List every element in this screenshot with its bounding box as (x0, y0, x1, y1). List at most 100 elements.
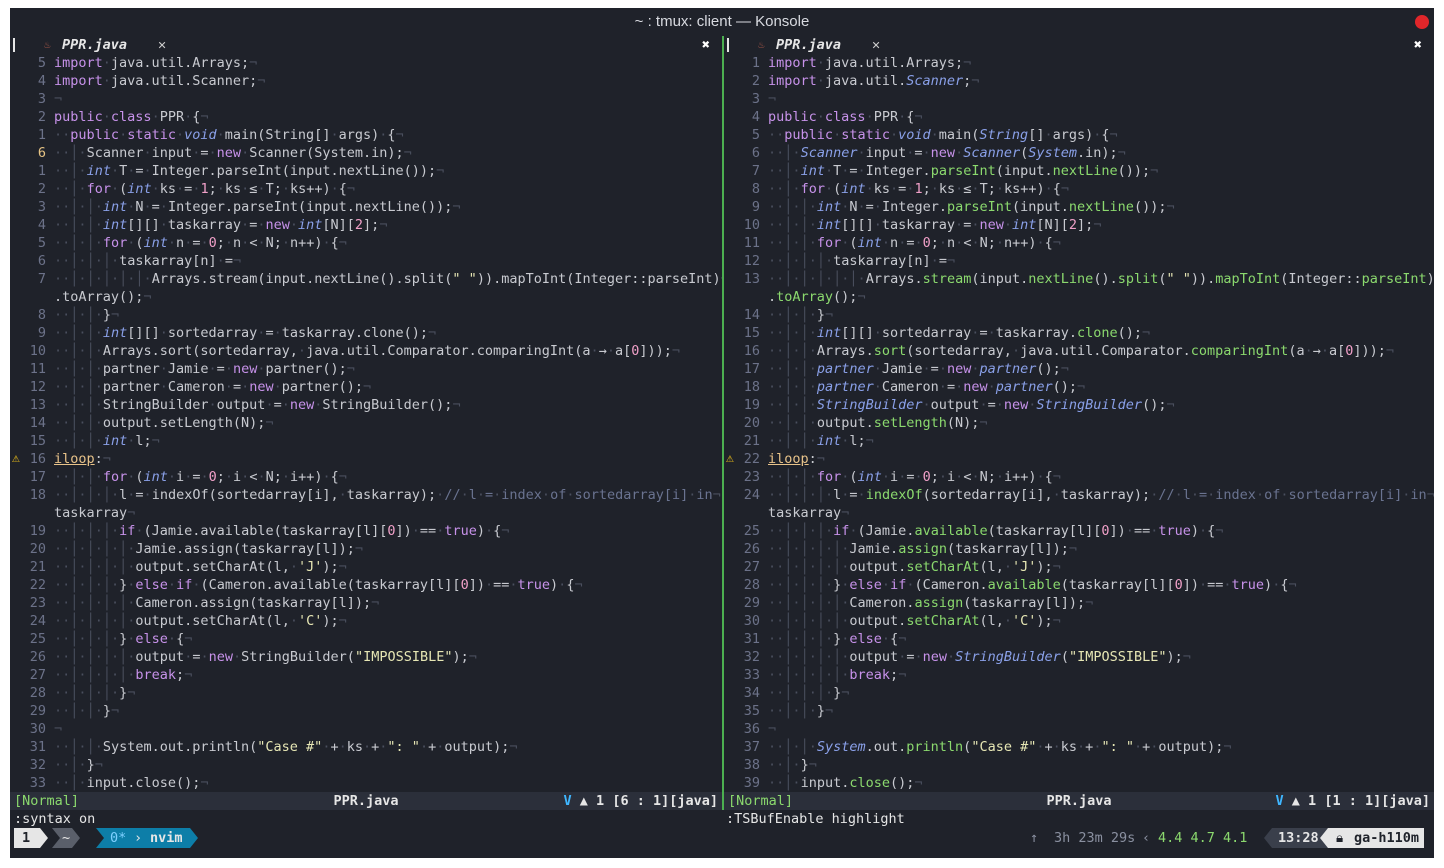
code-line[interactable]: 27 ··│·│·│·│·break;¬ (10, 666, 722, 684)
code-line[interactable]: 21 ··│·│·│·│·output.setCharAt(l,·'J');¬ (10, 558, 722, 576)
code-line[interactable]: 11 ··│·│·for·(int·n·=·0;·n·<·N;·n++)·{¬ (724, 234, 1434, 252)
code-line[interactable]: 38 ··│·}¬ (724, 756, 1434, 774)
code-line[interactable]: 8 ··│·for·(int·ks·=·1;·ks·≤·T;·ks++)·{¬ (724, 180, 1434, 198)
code-line[interactable]: 35 ··│·│·}¬ (724, 702, 1434, 720)
code-line[interactable]: 1 ··│·int·T·=·Integer.parseInt(input.next… (10, 162, 722, 180)
code-line[interactable]: 5 ··public·static·void·main(String[]·args… (724, 126, 1434, 144)
code-line[interactable]: 24 ··│·│·│·│·output.setCharAt(l,·'C');¬ (10, 612, 722, 630)
code-line[interactable]: 2 public·class·PPR·{¬ (10, 108, 722, 126)
code-line[interactable]: 12 ··│·│·partner·Cameron·=·new·partner();… (10, 378, 722, 396)
tmux-home[interactable]: ~ (62, 828, 70, 848)
code-line[interactable]: 8 ··│·│·}¬ (10, 306, 722, 324)
code-line[interactable]: 28 ··│·│·│·}·else·if·(Cameron.available(t… (724, 576, 1434, 594)
code-line[interactable]: 1 import·java.util.Arrays;¬ (724, 54, 1434, 72)
code-line[interactable]: 28 ··│·│·│·}¬ (10, 684, 722, 702)
code-line[interactable]: taskarray¬ (10, 504, 722, 522)
code-line[interactable]: 27 ··│·│·│·│·output.setCharAt(l,·'J');¬ (724, 558, 1434, 576)
command-line-right[interactable]: :TSBufEnable highlight (726, 810, 905, 828)
code-line[interactable]: .toArray();¬ (724, 288, 1434, 306)
code-line[interactable]: 30 ¬ (10, 720, 722, 738)
code-line[interactable]: 29 ··│·│·}¬ (10, 702, 722, 720)
code-line[interactable]: 36 ¬ (724, 720, 1434, 738)
code-line[interactable]: 9 ··│·│·int[][]·sortedarray·=·taskarray.c… (10, 324, 722, 342)
code-line[interactable]: 23 ··│·│·│·│·Cameron.assign(taskarray[l])… (10, 594, 722, 612)
code-line[interactable]: 6 ··│·Scanner·input·=·new·Scanner(System.… (10, 144, 722, 162)
code-area-right[interactable]: 1 import·java.util.Arrays;¬ 2 import·java.u… (724, 54, 1434, 792)
code-line[interactable]: 33 ··│·input.close();¬ (10, 774, 722, 792)
code-line[interactable]: 5 ··│·│·for·(int·n·=·0;·n·<·N;·n++)·{¬ (10, 234, 722, 252)
tab-modified-icon[interactable]: ✕ (158, 36, 166, 54)
code-line[interactable]: 17 ··│·│·partner·Jamie·=·new·partner();¬ (724, 360, 1434, 378)
code-line[interactable]: 4 public·class·PPR·{¬ (724, 108, 1434, 126)
code-line[interactable]: 20 ··│·│·│·│·Jamie.assign(taskarray[l]);¬ (10, 540, 722, 558)
code-line[interactable]: 32 ··│·}¬ (10, 756, 722, 774)
editor-pane-right[interactable]: ♨ PPR.java ✕ ✖ 1 import·java.util.Arrays;… (722, 36, 1434, 810)
code-line[interactable]: 30 ··│·│·│·│·output.setCharAt(l,·'C');¬ (724, 612, 1434, 630)
code-line[interactable]: 17 ··│·│·for·(int·i·=·0;·i·<·N;·i++)·{¬ (10, 468, 722, 486)
code-line[interactable]: 13 ··│·│·│·│·│·Arrays.stream(input.nextLi… (724, 270, 1434, 288)
code-line[interactable]: 18 ··│·│·│·l·=·indexOf(sortedarray[i],·ta… (10, 486, 722, 504)
code-line[interactable]: 19 ··│·│·│·if·(Jamie.available(taskarray[… (10, 522, 722, 540)
buffer-tab-left[interactable]: ♨ PPR.java ✕ ✖ (10, 36, 722, 54)
code-line[interactable]: 2 ··│·for·(int·ks·=·1;·ks·≤·T;·ks++)·{¬ (10, 180, 722, 198)
code-line[interactable]: 22 ··│·│·│·}·else·if·(Cameron.available(t… (10, 576, 722, 594)
tab-close-icon[interactable]: ✖ (1414, 36, 1422, 54)
code-line[interactable]: 31 ··│·│·│·}·else·{¬ (724, 630, 1434, 648)
code-line[interactable]: 3 ··│·│·int·N·=·Integer.parseInt(input.ne… (10, 198, 722, 216)
code-line[interactable]: 29 ··│·│·│·│·Cameron.assign(taskarray[l])… (724, 594, 1434, 612)
code-line[interactable]: 20 ··│·│·output.setLength(N);¬ (724, 414, 1434, 432)
code-line[interactable]: 3 ¬ (724, 90, 1434, 108)
code-line[interactable]: 15 ··│·│·int[][]·sortedarray·=·taskarray.… (724, 324, 1434, 342)
window-titlebar[interactable]: ~ : tmux: client — Konsole (10, 8, 1434, 36)
code-line[interactable]: 34 ··│·│·│·}¬ (724, 684, 1434, 702)
code-line[interactable]: .toArray();¬ (10, 288, 722, 306)
code-line[interactable]: 9 ··│·│·int·N·=·Integer.parseInt(input.ne… (724, 198, 1434, 216)
code-line[interactable]: 6 ··│·│·│·taskarray[n]·=¬ (10, 252, 722, 270)
code-line[interactable]: 23 ··│·│·for·(int·i·=·0;·i·<·N;·i++)·{¬ (724, 468, 1434, 486)
code-line[interactable]: 19 ··│·│·StringBuilder·output·=·new·Strin… (724, 396, 1434, 414)
code-line[interactable]: 1 ··public·static·void·main(String[]·args… (10, 126, 722, 144)
code-line[interactable]: 24 ··│·│·│·l·=·indexOf(sortedarray[i],·ta… (724, 486, 1434, 504)
code-line[interactable]: 13 ··│·│·StringBuilder·output·=·new·Strin… (10, 396, 722, 414)
code-line[interactable]: 2 import·java.util.Scanner;¬ (724, 72, 1434, 90)
code-line[interactable]: 14 ··│·│·}¬ (724, 306, 1434, 324)
code-line[interactable]: 12 ··│·│·│·taskarray[n]·=¬ (724, 252, 1434, 270)
code-line[interactable]: 7 ··│·│·│·│·│·Arrays.stream(input.nextLin… (10, 270, 722, 288)
code-area-left[interactable]: 5 import·java.util.Arrays;¬ 4 import·java.u… (10, 54, 722, 792)
code-line[interactable]: 16 ⚠ iloop:¬ (10, 450, 722, 468)
code-line[interactable]: 39 ··│·input.close();¬ (724, 774, 1434, 792)
tmux-window-name[interactable]: nvim (150, 828, 183, 848)
command-line-left[interactable]: :syntax on (14, 810, 95, 828)
code-line[interactable]: 14 ··│·│·output.setLength(N);¬ (10, 414, 722, 432)
tab-close-icon[interactable]: ✖ (702, 36, 710, 54)
code-line[interactable]: 37 ··│·│·System.out.println("Case #"·+·ks… (724, 738, 1434, 756)
code-line[interactable]: 6 ··│·Scanner·input·=·new·Scanner(System.… (724, 144, 1434, 162)
code-line[interactable]: 16 ··│·│·Arrays.sort(sortedarray,·java.ut… (724, 342, 1434, 360)
code-line[interactable]: 26 ··│·│·│·│·Jamie.assign(taskarray[l]);¬ (724, 540, 1434, 558)
code-line[interactable]: 7 ··│·int·T·=·Integer.parseInt(input.next… (724, 162, 1434, 180)
code-line[interactable]: 11 ··│·│·partner·Jamie·=·new·partner();¬ (10, 360, 722, 378)
code-line[interactable]: 4 ··│·│·int[][]·taskarray·=·new·int[N][2]… (10, 216, 722, 234)
code-line[interactable]: 18 ··│·│·partner·Cameron·=·new·partner();… (724, 378, 1434, 396)
code-line[interactable]: 15 ··│·│·int·l;¬ (10, 432, 722, 450)
code-line[interactable]: 22 ⚠ iloop:¬ (724, 450, 1434, 468)
code-line[interactable]: 3 ¬ (10, 90, 722, 108)
tab-modified-icon[interactable]: ✕ (872, 36, 880, 54)
code-line[interactable]: 32 ··│·│·│·│·output·=·new·StringBuilder("… (724, 648, 1434, 666)
code-line[interactable]: 4 import·java.util.Scanner;¬ (10, 72, 722, 90)
code-line[interactable]: 10 ··│·│·int[][]·taskarray·=·new·int[N][2… (724, 216, 1434, 234)
editor-pane-left[interactable]: ♨ PPR.java ✕ ✖ 5 import·java.util.Arrays;… (10, 36, 722, 810)
code-line[interactable]: taskarray¬ (724, 504, 1434, 522)
tmux-session[interactable]: 1 (22, 828, 30, 848)
code-line[interactable]: 25 ··│·│·│·}·else·{¬ (10, 630, 722, 648)
buffer-tab-right[interactable]: ♨ PPR.java ✕ ✖ (724, 36, 1434, 54)
code-line[interactable]: 31 ··│·│·System.out.println("Case #"·+·ks… (10, 738, 722, 756)
code-line[interactable]: 25 ··│·│·│·if·(Jamie.available(taskarray[… (724, 522, 1434, 540)
window-close-button[interactable] (1415, 15, 1429, 29)
code-line[interactable]: 26 ··│·│·│·│·output·=·new·StringBuilder("… (10, 648, 722, 666)
code-line[interactable]: 21 ··│·│·int·l;¬ (724, 432, 1434, 450)
code-line[interactable]: 10 ··│·│·Arrays.sort(sortedarray,·java.ut… (10, 342, 722, 360)
code-line[interactable]: 5 import·java.util.Arrays;¬ (10, 54, 722, 72)
tmux-window-index[interactable]: 0* (110, 828, 126, 848)
code-line[interactable]: 33 ··│·│·│·│·break;¬ (724, 666, 1434, 684)
